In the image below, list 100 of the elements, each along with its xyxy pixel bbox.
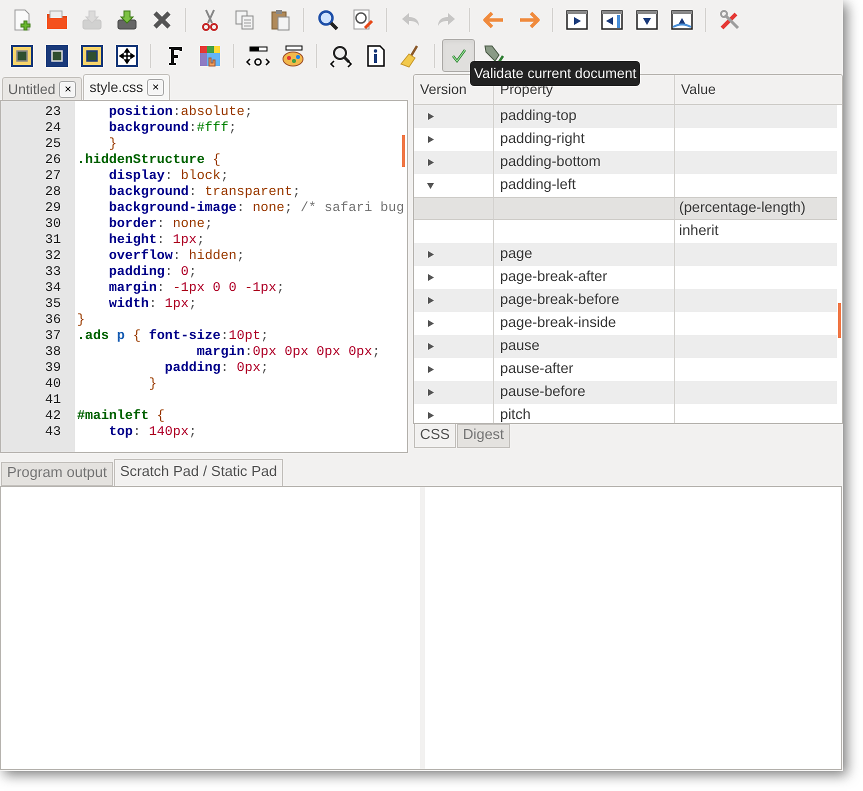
code-token: font-size <box>148 328 221 343</box>
code-token: : <box>188 120 197 135</box>
code-token: position <box>108 104 173 119</box>
code-token: : <box>172 104 181 119</box>
code-token: .ads <box>77 328 110 343</box>
code-token: : <box>220 360 230 375</box>
property-name: page-break-after <box>500 268 608 287</box>
code-token: ; <box>284 200 294 215</box>
code-token: block <box>180 168 221 183</box>
table-row[interactable]: (percentage-length) <box>414 197 837 220</box>
file-tab[interactable]: style.css × <box>83 74 170 100</box>
expand-triangle-icon[interactable] <box>426 135 435 144</box>
property-name: pause-before <box>500 382 586 402</box>
move-icon <box>114 44 138 68</box>
expand-triangle-icon[interactable] <box>426 411 435 420</box>
line-number: 36 <box>44 312 61 328</box>
panel-tab[interactable]: Scratch Pad / Static Pad <box>114 459 284 486</box>
line-number: 42 <box>44 408 61 424</box>
color-grid-hand-icon <box>198 44 222 68</box>
code-token: p <box>116 328 126 343</box>
table-row[interactable]: page <box>414 243 837 266</box>
code-token: ; <box>372 344 380 359</box>
code-token: 1px <box>164 296 189 311</box>
code-token: { <box>132 328 142 343</box>
property-name: padding-bottom <box>500 152 601 172</box>
property-name: pause <box>500 336 540 356</box>
code-token: ; <box>204 216 213 231</box>
code-token: none <box>252 200 284 215</box>
code-token: ; <box>220 168 229 183</box>
property-value: inherit <box>679 222 718 241</box>
find-tag-icon <box>328 44 352 68</box>
property-name: padding-top <box>500 106 577 126</box>
code-token: .hiddenStructure <box>77 152 205 167</box>
code-token: display <box>108 168 165 183</box>
line-number: 40 <box>44 376 61 392</box>
line-number: 27 <box>44 168 61 184</box>
code-token: : <box>244 344 253 359</box>
table-row[interactable]: page-break-before <box>414 289 837 312</box>
close-tab-button[interactable]: × <box>147 79 164 96</box>
expand-triangle-icon[interactable] <box>426 158 435 167</box>
column-header[interactable]: Value <box>675 75 842 104</box>
code-token: 0 <box>180 264 189 279</box>
code-token: ; <box>260 328 269 343</box>
line-number: 33 <box>44 264 61 280</box>
code-token: } <box>148 376 157 391</box>
frame-icon <box>44 44 68 68</box>
code-token: overflow <box>108 248 173 263</box>
code-token: : <box>156 232 166 247</box>
code-token: 0px 0px 0px 0px <box>252 344 372 359</box>
code-token: padding <box>108 264 165 279</box>
line-number: 30 <box>44 216 61 232</box>
collapse-triangle-icon[interactable] <box>426 181 435 190</box>
code-token: 1px <box>172 232 197 247</box>
code-token: : <box>156 280 166 295</box>
file-tab[interactable]: Untitled × <box>2 77 82 100</box>
expand-triangle-icon[interactable] <box>426 273 435 282</box>
panel-tab[interactable]: CSS <box>414 424 456 448</box>
scrollbar-thumb[interactable] <box>838 303 841 338</box>
line-number: 31 <box>44 232 61 248</box>
code-token: ; <box>188 296 197 311</box>
expand-triangle-icon[interactable] <box>426 112 435 121</box>
tooltip: Validate current document <box>470 61 640 86</box>
property-name: page-break-before <box>500 290 620 310</box>
code-token: margin <box>196 344 245 359</box>
code-token: top <box>108 424 133 439</box>
expand-triangle-icon[interactable] <box>426 319 435 328</box>
code-token: absolute <box>180 104 245 119</box>
code-token: { <box>156 408 165 423</box>
expand-triangle-icon[interactable] <box>426 250 435 259</box>
code-token: ; <box>244 104 253 119</box>
property-name: page <box>500 244 532 264</box>
code-token: : <box>164 168 174 183</box>
table-row[interactable]: pause <box>414 335 837 358</box>
expand-triangle-icon[interactable] <box>426 296 435 305</box>
code-token: transparent <box>204 184 292 199</box>
close-tab-button[interactable]: × <box>59 80 76 98</box>
code-token: : <box>236 200 246 215</box>
expand-triangle-icon[interactable] <box>426 388 435 397</box>
expand-triangle-icon[interactable] <box>426 342 435 351</box>
line-number: 41 <box>44 392 61 408</box>
code-token: } <box>77 312 85 327</box>
code-token: ; <box>188 424 197 439</box>
code-token: : <box>156 216 166 231</box>
save-icon <box>80 8 104 32</box>
table-row[interactable]: padding-bottom <box>414 151 837 174</box>
code-token: height <box>108 232 157 247</box>
line-number: 28 <box>44 184 61 200</box>
property-name: padding-right <box>500 130 585 149</box>
code-token: #fff <box>196 120 229 135</box>
line-number: 29 <box>44 200 61 216</box>
code-token: : <box>220 328 229 343</box>
expand-triangle-icon[interactable] <box>426 365 435 374</box>
table-row[interactable]: pause-before <box>414 381 837 404</box>
table-row[interactable]: padding-top <box>414 105 837 128</box>
scrollbar-thumb[interactable] <box>402 135 405 167</box>
line-number: 34 <box>44 280 61 296</box>
line-number: 38 <box>44 344 61 360</box>
code-token: 10pt <box>228 328 261 343</box>
up-window-icon <box>670 8 694 32</box>
check-button[interactable] <box>442 39 475 72</box>
